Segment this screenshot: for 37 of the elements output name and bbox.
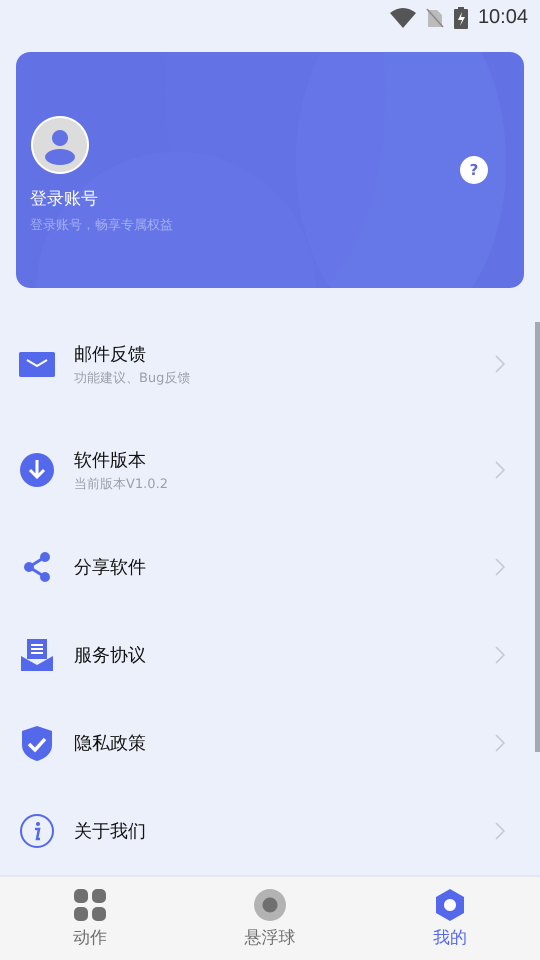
menu-item[interactable]: 软件版本 当前版本V1.0.2	[0, 417, 533, 524]
chevron-right-icon	[495, 822, 505, 840]
no-sim-icon	[426, 8, 444, 28]
floating-ball-icon	[253, 888, 287, 922]
menu-item[interactable]: 邮件反馈 功能建议、Bug反馈	[0, 311, 533, 418]
menu-item-title: 分享软件	[74, 556, 147, 580]
login-subtitle: 登录账号，畅享专属权益	[30, 217, 174, 234]
menu-item-subtitle: 功能建议、Bug反馈	[74, 370, 192, 387]
battery-charging-icon	[454, 6, 468, 29]
chevron-right-icon	[495, 646, 505, 664]
chevron-right-icon	[495, 558, 505, 576]
chevron-right-icon	[495, 461, 505, 480]
menu-item-title: 服务协议	[74, 644, 147, 668]
menu-item[interactable]: 分享软件	[0, 523, 533, 612]
login-title[interactable]: 登录账号	[30, 187, 460, 210]
help-button[interactable]: ?	[460, 156, 488, 184]
chevron-right-icon	[495, 355, 505, 374]
hexagon-icon	[433, 888, 467, 922]
menu-item[interactable]: 服务协议	[0, 611, 533, 700]
avatar-icon[interactable]	[30, 115, 90, 176]
menu-item[interactable]: 隐私政策	[0, 699, 533, 788]
wifi-icon	[390, 8, 416, 28]
nav-tab[interactable]: 悬浮球	[180, 877, 360, 960]
menu-item-title: 隐私政策	[74, 732, 147, 756]
download-icon	[18, 451, 56, 490]
nav-tab[interactable]: 动作	[0, 877, 180, 960]
menu-item-title: 邮件反馈	[74, 342, 147, 366]
nav-tab[interactable]: 我的	[360, 877, 540, 960]
menu-item-subtitle: 当前版本V1.0.2	[74, 476, 169, 493]
info-icon	[18, 812, 56, 850]
chevron-right-icon	[495, 734, 505, 752]
profile-card[interactable]: 登录账号 登录账号，畅享专属权益 ?	[16, 52, 524, 288]
menu-item-title: 关于我们	[74, 820, 147, 844]
menu-item[interactable]: 关于我们	[0, 787, 533, 876]
grid-icon	[73, 888, 107, 922]
status-time: 10:04	[478, 6, 528, 30]
menu-item-title: 软件版本	[74, 448, 147, 472]
